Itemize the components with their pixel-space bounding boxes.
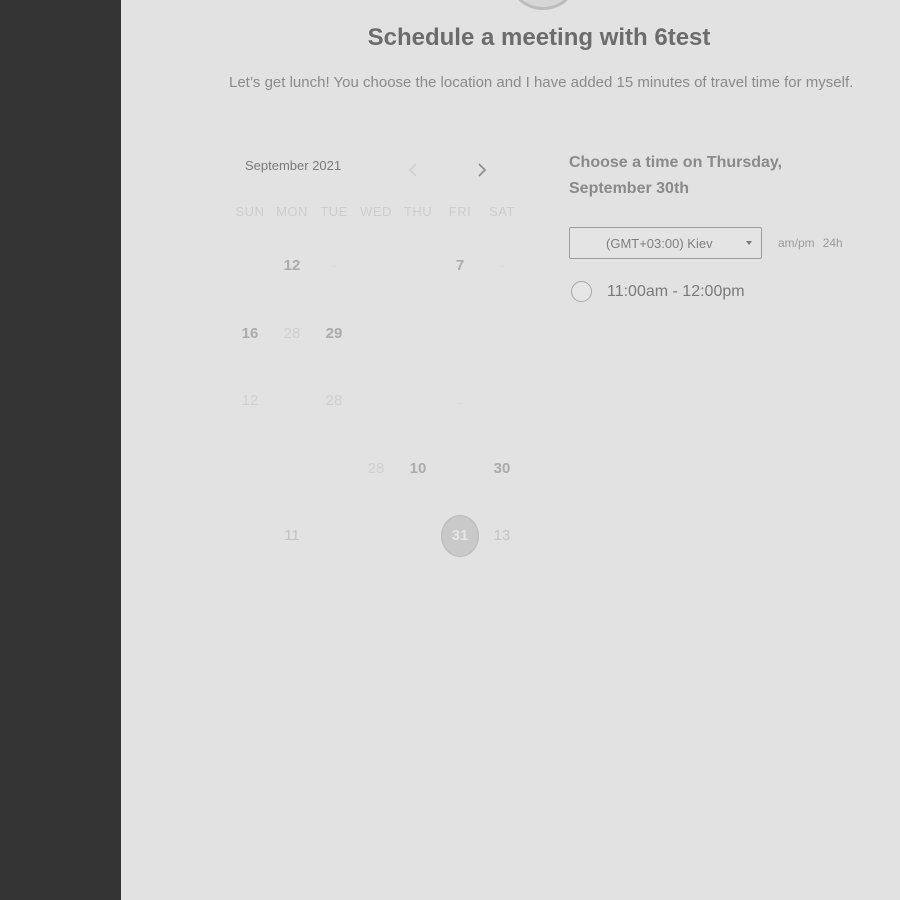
format-24h-option[interactable]: 24h [823, 236, 843, 250]
calendar-day-number: - [332, 260, 336, 271]
calendar-day: - [481, 232, 523, 300]
time-format-toggle: am/pm 24h [778, 236, 843, 250]
calendar-day-number: 29 [325, 324, 343, 342]
previous-month-button[interactable] [401, 156, 425, 184]
calendar-day-empty [271, 435, 313, 503]
calendar-day-number: 28 [367, 459, 385, 477]
calendar-day-number: 13 [493, 527, 511, 545]
calendar-day-number: 16 [241, 324, 259, 342]
calendar-day-empty [355, 502, 397, 570]
calendar-day[interactable]: 10 [397, 435, 439, 503]
timezone-value: (GMT+03:00) Kiev [606, 236, 713, 251]
calendar-month-label: September 2021 [245, 158, 342, 173]
calendar-day[interactable]: 28 [313, 367, 355, 435]
calendar-day[interactable]: 28 [271, 300, 313, 368]
calendar-day-number: 30 [493, 459, 511, 477]
page-title: Schedule a meeting with 6test [367, 24, 711, 51]
weekday-label: TUE [320, 204, 348, 219]
calendar-day-empty [355, 300, 397, 368]
calendar-day-empty [229, 232, 271, 300]
calendar-day[interactable]: 7 [439, 232, 481, 300]
calendar-day-empty [397, 232, 439, 300]
calendar-day-number: 12 [241, 392, 259, 410]
timezone-select[interactable]: (GMT+03:00) Kiev [569, 227, 762, 259]
calendar-day-empty [271, 367, 313, 435]
calendar-day-number: 11 [284, 527, 300, 545]
weekday-label: WED [360, 204, 392, 219]
calendar-day[interactable]: 30 [481, 435, 523, 503]
time-selection-heading: Choose a time on Thursday, September 30t… [569, 154, 783, 197]
weekday-label: SUN [235, 204, 265, 219]
calendar-day-empty [481, 300, 523, 368]
calendar-day[interactable]: 12 [229, 367, 271, 435]
chevron-right-icon [477, 162, 487, 178]
calendar-day-empty [313, 435, 355, 503]
calendar-day-empty [397, 502, 439, 570]
calendar-day-number: 12 [283, 257, 301, 275]
calendar-day-number: 10 [409, 459, 427, 477]
calendar-day-number: - [500, 260, 504, 271]
calendar-day-empty [439, 300, 481, 368]
next-month-button[interactable] [470, 156, 494, 184]
calendar-day-empty [355, 367, 397, 435]
radio-circle-icon[interactable] [571, 281, 592, 302]
calendar-day-empty [397, 300, 439, 368]
calendar-day-number: 7 [455, 257, 465, 275]
weekday-label: THU [403, 204, 433, 219]
calendar-day-empty [229, 502, 271, 570]
calendar-day-empty [481, 367, 523, 435]
calendar-day-number: .. [457, 395, 463, 406]
calendar-day-empty [397, 367, 439, 435]
calendar-day[interactable]: 11 [271, 502, 313, 570]
sidebar [0, 0, 121, 900]
calendar-day[interactable]: 12 [271, 232, 313, 300]
avatar [507, 0, 579, 10]
calendar-day[interactable]: 16 [229, 300, 271, 368]
calendar-day[interactable]: 13 [481, 502, 523, 570]
calendar-day-number: 28 [325, 392, 343, 410]
weekday-header: SUN MON TUE WED THU FRI SAT [229, 204, 523, 219]
calendar-day-empty [229, 435, 271, 503]
chevron-left-icon [408, 162, 418, 178]
calendar-day-empty [313, 502, 355, 570]
format-ampm-option[interactable]: am/pm [778, 236, 815, 250]
calendar-day[interactable]: 31 [439, 502, 481, 570]
time-slot-label: 11:00am - 12:00pm [607, 282, 745, 300]
calendar-day-empty [355, 232, 397, 300]
calendar-day-number: 31 [451, 527, 469, 545]
meeting-description: Let’s get lunch! You choose the location… [229, 74, 854, 91]
calendar-day[interactable]: 28 [355, 435, 397, 503]
calendar-days-grid: 12 - 7 - 16 28 29 12 28.. 28 10 30 11 31 13 [229, 232, 523, 570]
main-content: Schedule a meeting with 6test Let’s get … [121, 0, 900, 900]
calendar-day: - [313, 232, 355, 300]
calendar-day: .. [439, 367, 481, 435]
weekday-label: FRI [448, 204, 472, 219]
caret-down-icon [746, 241, 752, 245]
weekday-label: SAT [489, 204, 515, 219]
calendar-day-number: 28 [283, 324, 301, 342]
calendar-day[interactable]: 29 [313, 300, 355, 368]
calendar-day-empty [439, 435, 481, 503]
time-slot-option[interactable]: 11:00am - 12:00pm [571, 281, 745, 302]
weekday-label: MON [276, 204, 308, 219]
